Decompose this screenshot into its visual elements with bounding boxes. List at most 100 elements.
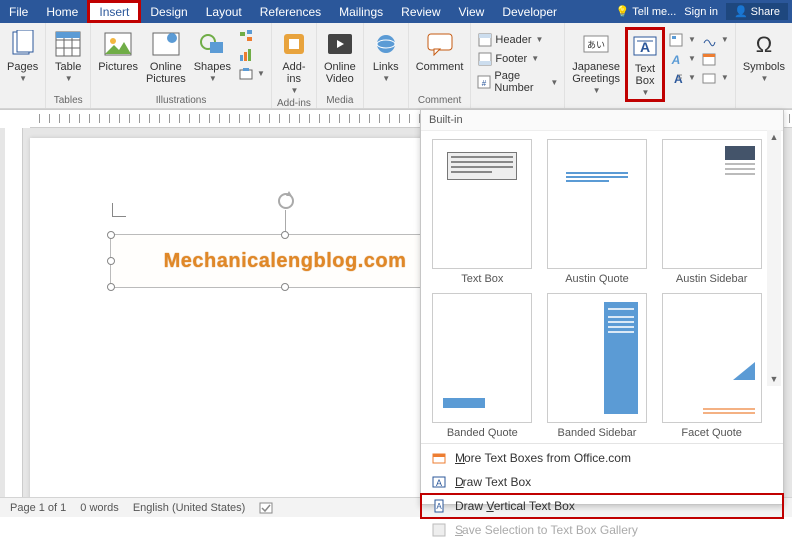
- svg-text:A: A: [436, 478, 442, 488]
- tab-references[interactable]: References: [251, 0, 330, 23]
- selected-text-box[interactable]: Mechanicalengblog.com: [110, 234, 460, 288]
- comment-button[interactable]: Comment: [413, 27, 467, 75]
- gallery-item-austin-sidebar[interactable]: Austin Sidebar: [658, 139, 765, 285]
- vertical-text-box-icon: A: [431, 498, 447, 514]
- text-box-content: Mechanicalengblog.com: [164, 250, 407, 273]
- scroll-down-arrow[interactable]: ▼: [767, 372, 781, 386]
- gallery-item-label: Facet Quote: [681, 427, 742, 439]
- footer-button[interactable]: Footer▼: [475, 50, 560, 67]
- wordart-icon: A: [669, 51, 684, 66]
- tell-me-search[interactable]: 💡 Tell me...: [616, 5, 677, 18]
- gallery-item-label: Text Box: [461, 273, 503, 285]
- resize-handle-bl[interactable]: [107, 283, 115, 291]
- shapes-icon: [197, 29, 227, 59]
- tab-view[interactable]: View: [450, 0, 494, 23]
- chart-button[interactable]: [236, 46, 267, 63]
- chevron-down-icon: ▼: [65, 75, 73, 84]
- tab-mailings[interactable]: Mailings: [330, 0, 392, 23]
- chevron-down-icon: ▼: [688, 35, 696, 44]
- chevron-down-icon: ▼: [593, 87, 601, 96]
- smartart-button[interactable]: [236, 27, 267, 44]
- sign-in-link[interactable]: Sign in: [684, 6, 718, 18]
- menu-draw-text-box[interactable]: A Draw Text Box: [421, 470, 783, 494]
- footer-icon: [477, 51, 492, 66]
- header-button[interactable]: Header▼: [475, 31, 560, 48]
- symbols-button[interactable]: Ω Symbols▼: [740, 27, 788, 86]
- gallery-item-banded-sidebar[interactable]: Banded Sidebar: [544, 293, 651, 439]
- header-icon: [477, 32, 492, 47]
- share-button[interactable]: 👤 Share: [726, 3, 788, 20]
- page-number-button[interactable]: #Page Number▼: [475, 69, 560, 95]
- table-button[interactable]: Table▼: [50, 27, 86, 86]
- chevron-down-icon: ▼: [760, 75, 768, 84]
- rotate-handle[interactable]: [278, 193, 294, 209]
- status-language[interactable]: English (United States): [133, 502, 246, 514]
- shapes-button[interactable]: Shapes▼: [191, 27, 234, 86]
- gallery-section-header: Built-in: [421, 110, 783, 131]
- tab-layout[interactable]: Layout: [197, 0, 251, 23]
- tab-design[interactable]: Design: [141, 0, 196, 23]
- gallery-item-banded-quote[interactable]: Banded Quote: [429, 293, 536, 439]
- object-icon: [702, 70, 717, 85]
- status-proofing-icon[interactable]: [259, 501, 275, 515]
- gallery-item-label: Banded Quote: [447, 427, 518, 439]
- status-word-count[interactable]: 0 words: [80, 502, 119, 514]
- tab-file[interactable]: File: [0, 0, 37, 23]
- menu-save-selection-gallery: Save Selection to Text Box Gallery: [421, 518, 783, 542]
- chevron-down-icon: ▼: [531, 54, 539, 63]
- smartart-icon: [238, 28, 253, 43]
- menu-label-rest: raw Text Box: [463, 475, 531, 489]
- text-box-button[interactable]: A Text Box▼: [625, 27, 665, 102]
- japanese-greetings-button[interactable]: あい Japanese Greetings▼: [569, 27, 623, 98]
- tab-review[interactable]: Review: [392, 0, 449, 23]
- quick-parts-button[interactable]: ▼: [667, 31, 698, 48]
- object-button[interactable]: ▼: [700, 69, 731, 86]
- tab-insert[interactable]: Insert: [87, 0, 141, 23]
- pages-button[interactable]: Pages▼: [4, 27, 41, 86]
- chevron-down-icon: ▼: [721, 35, 729, 44]
- links-button[interactable]: Links▼: [368, 27, 404, 86]
- chevron-down-icon: ▼: [290, 87, 298, 96]
- tab-developer[interactable]: Developer: [493, 0, 566, 23]
- menu-draw-vertical-text-box[interactable]: A Draw Vertical Text Box: [421, 494, 783, 518]
- online-video-button[interactable]: Online Video: [321, 27, 359, 87]
- drop-cap-button[interactable]: A▼: [667, 69, 698, 86]
- gallery-item-austin-quote[interactable]: Austin Quote: [544, 139, 651, 285]
- gallery-item-facet-quote[interactable]: Facet Quote: [658, 293, 765, 439]
- screenshot-button[interactable]: ▼: [236, 65, 267, 82]
- pictures-button[interactable]: Pictures: [95, 27, 141, 75]
- status-page[interactable]: Page 1 of 1: [10, 502, 66, 514]
- vertical-ruler[interactable]: [5, 128, 23, 497]
- group-label-tables: Tables: [54, 95, 83, 108]
- online-picture-icon: [151, 29, 181, 59]
- picture-icon: [103, 29, 133, 59]
- svg-text:Ω: Ω: [756, 32, 772, 57]
- menu-more-textboxes[interactable]: More Text Boxes from Office.com: [421, 446, 783, 470]
- margin-corner-mark: [112, 203, 126, 217]
- scroll-up-arrow[interactable]: ▲: [767, 130, 781, 144]
- gallery-scrollbar[interactable]: ▲ ▼: [767, 130, 781, 386]
- resize-handle-l[interactable]: [107, 257, 115, 265]
- greetings-icon: あい: [581, 29, 611, 59]
- addins-button[interactable]: Add- ins▼: [276, 27, 312, 98]
- online-pictures-button[interactable]: Online Pictures: [143, 27, 189, 87]
- resize-handle-tl[interactable]: [107, 231, 115, 239]
- svg-text:A: A: [671, 53, 681, 66]
- gallery-item-text-box[interactable]: Text Box: [429, 139, 536, 285]
- date-time-icon: [702, 51, 717, 66]
- table-icon: [53, 29, 83, 59]
- text-box-small-icon: A: [431, 474, 447, 490]
- signature-line-button[interactable]: ▼: [700, 31, 731, 48]
- ribbon: Pages▼ Table▼ Tables Pictures Online Pic…: [0, 23, 792, 109]
- tab-home[interactable]: Home: [37, 0, 87, 23]
- resize-handle-t[interactable]: [281, 231, 289, 239]
- group-label-illustrations: Illustrations: [156, 95, 207, 108]
- resize-handle-b[interactable]: [281, 283, 289, 291]
- gallery-item-label: Austin Sidebar: [676, 273, 748, 285]
- chevron-down-icon: ▼: [382, 75, 390, 84]
- chart-icon: [238, 47, 253, 62]
- chevron-down-icon: ▼: [209, 75, 217, 84]
- wordart-button[interactable]: A▼: [667, 50, 698, 67]
- date-time-button[interactable]: [700, 50, 731, 67]
- group-label-headerfooter: [516, 95, 519, 108]
